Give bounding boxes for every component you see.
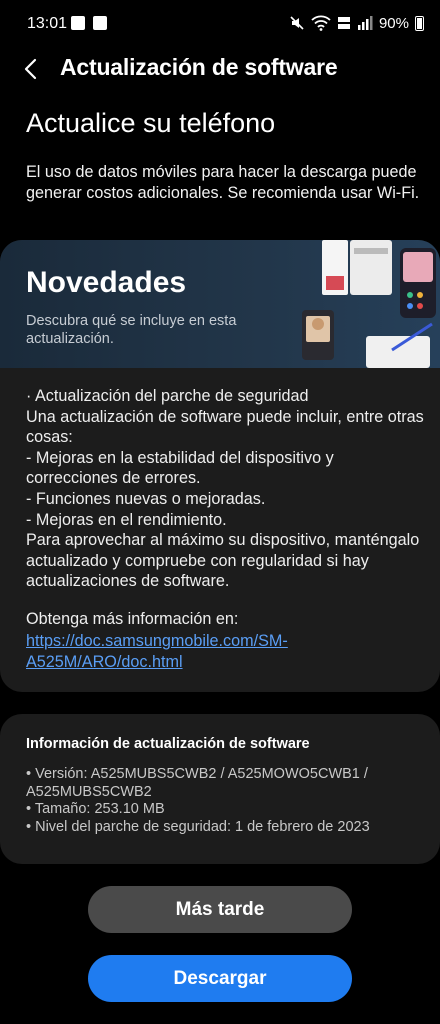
whats-new-subtitle: Descubra qué se incluye en esta actualiz… <box>26 313 237 347</box>
size-item: • Tamaño: 253.10 MB <box>26 801 165 817</box>
gallery-icon <box>93 16 107 30</box>
mute-icon <box>290 16 304 30</box>
volte-lte-icon <box>337 17 350 29</box>
devices-illustration <box>302 240 436 368</box>
photo-icon <box>71 16 85 30</box>
battery-percent: 90% <box>378 14 409 32</box>
whats-new-body: · Actualización del parche de seguridad … <box>26 387 424 591</box>
data-warning-text: El uso de datos móviles para hacer la de… <box>26 163 420 202</box>
update-info-list: • Versión: A525MUBS5CWB2 / A525MOWO5CWB1… <box>26 766 426 836</box>
battery-icon <box>415 15 424 31</box>
whats-new-title: Novedades <box>26 266 187 299</box>
download-button[interactable]: Descargar <box>88 955 352 1002</box>
chevron-left-icon <box>24 58 37 80</box>
update-info-card: Información de actualización de software… <box>0 714 440 864</box>
update-info-title: Información de actualización de software <box>26 736 310 752</box>
version-item: • Versión: A525MUBS5CWB2 / A525MOWO5CWB1… <box>26 766 368 800</box>
later-button[interactable]: Más tarde <box>88 886 352 933</box>
wifi-icon <box>311 15 331 31</box>
status-time: 13:01 <box>27 15 68 32</box>
whats-new-card: Novedades Descubra qué se incluye en est… <box>0 240 440 692</box>
patch-level-item: • Nivel del parche de seguridad: 1 de fe… <box>26 818 370 835</box>
main-heading: Actualice su teléfono <box>26 108 276 138</box>
status-bar: 13:01 90% <box>0 0 440 48</box>
back-button[interactable] <box>14 52 48 86</box>
release-notes-link[interactable]: https://doc.samsungmobile.com/SM-A525M/A… <box>26 631 396 673</box>
page-title: Actualización de software <box>60 54 338 80</box>
status-icons: 90% <box>289 13 424 33</box>
whats-new-banner: Novedades Descubra qué se incluye en est… <box>0 240 440 368</box>
app-header: Actualización de software <box>0 44 440 92</box>
signal-icon <box>357 16 373 30</box>
more-info-label: Obtenga más información en: <box>26 610 239 628</box>
